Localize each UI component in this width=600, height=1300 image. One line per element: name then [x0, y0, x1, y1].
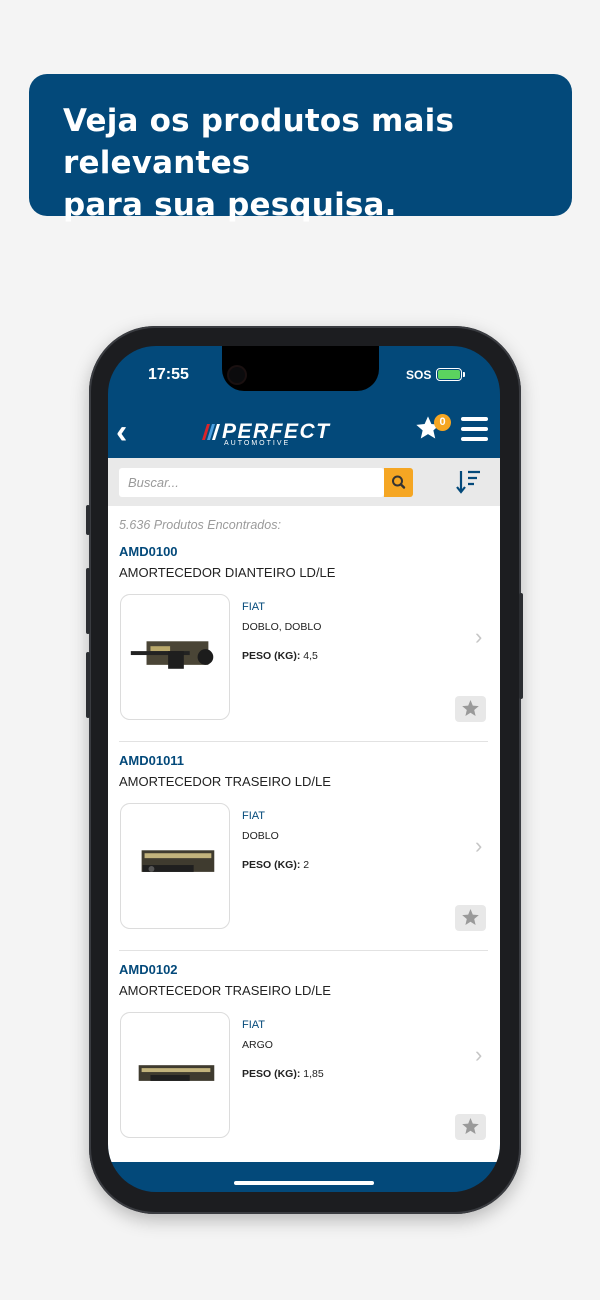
logo-stripes-icon — [202, 424, 220, 440]
product-brand: FIAT — [242, 810, 266, 822]
product-image — [120, 1012, 230, 1138]
product-code: AMD0102 — [119, 962, 178, 977]
results-count: 5.636 Produtos Encontrados: — [119, 518, 281, 532]
product-name: AMORTECEDOR TRASEIRO LD/LE — [119, 983, 331, 998]
product-image — [120, 803, 230, 929]
product-weight: PESO (KG): 1,85 — [242, 1068, 324, 1080]
search-button[interactable] — [384, 468, 413, 497]
camera-dot — [229, 367, 245, 383]
product-code: AMD01011 — [119, 753, 185, 768]
product-list-area: 5.636 Produtos Encontrados: AMD0100 AMOR… — [108, 458, 500, 1162]
hamburger-menu-icon[interactable] — [461, 417, 488, 442]
product-name: AMORTECEDOR TRASEIRO LD/LE — [119, 774, 331, 789]
chevron-right-icon[interactable]: › — [475, 833, 482, 859]
product-models: DOBLO, DOBLO — [242, 621, 322, 633]
star-icon — [462, 700, 479, 716]
weight-label: PESO (KG): — [242, 650, 301, 662]
home-indicator[interactable] — [234, 1181, 374, 1185]
product-code: AMD0100 — [119, 544, 178, 559]
status-time: 17:55 — [148, 366, 189, 383]
add-favorite-button[interactable] — [455, 696, 486, 722]
weight-label: PESO (KG): — [242, 859, 301, 871]
product-models: DOBLO — [242, 830, 279, 842]
weight-label: PESO (KG): — [242, 1068, 301, 1080]
add-favorite-button[interactable] — [455, 1114, 486, 1140]
chevron-right-icon[interactable]: › — [475, 624, 482, 650]
product-brand: FIAT — [242, 1019, 266, 1031]
banner-text: Veja os produtos mais relevantes para su… — [63, 103, 455, 223]
app-logo: PERFECT AUTOMOTIVE — [202, 420, 352, 447]
product-weight: PESO (KG): 4,5 — [242, 650, 318, 662]
phone-side-button — [86, 505, 90, 535]
weight-value: 2 — [303, 859, 310, 871]
search-bar — [108, 458, 500, 506]
divider — [119, 950, 488, 951]
logo-subtext: AUTOMOTIVE — [224, 440, 291, 447]
phone-side-button — [86, 652, 90, 718]
product-card[interactable]: AMD0102 AMORTECEDOR TRASEIRO LD/LE FIAT … — [108, 962, 500, 1171]
product-card[interactable]: AMD01011 AMORTECEDOR TRASEIRO LD/LE FIAT… — [108, 753, 500, 962]
promo-banner: Veja os produtos mais relevantes para su… — [29, 74, 572, 223]
product-card[interactable]: AMD0100 AMORTECEDOR DIANTEIRO LD/LE FIAT… — [108, 544, 500, 753]
favorites-count-badge: 0 — [434, 414, 451, 431]
status-carrier: SOS — [406, 368, 432, 382]
product-models: ARGO — [242, 1039, 273, 1051]
weight-value: 4,5 — [303, 650, 318, 662]
phone-side-button — [519, 593, 523, 699]
divider — [119, 741, 488, 742]
product-name: AMORTECEDOR DIANTEIRO LD/LE — [119, 565, 336, 580]
star-icon — [462, 909, 479, 925]
star-icon — [462, 1118, 479, 1134]
chevron-right-icon[interactable]: › — [475, 1042, 482, 1068]
weight-value: 1,85 — [303, 1068, 324, 1080]
product-weight: PESO (KG): 2 — [242, 859, 309, 871]
battery-icon — [436, 368, 465, 381]
search-input[interactable] — [119, 468, 384, 497]
phone-side-button — [86, 568, 90, 634]
phone-screen: 17:55 SOS ‹ PERFECT AUTOMOTIVE 0 Buscar.… — [108, 346, 500, 1192]
sort-icon[interactable] — [456, 469, 482, 495]
notch — [222, 346, 379, 391]
product-image — [120, 594, 230, 720]
add-favorite-button[interactable] — [455, 905, 486, 931]
product-brand: FIAT — [242, 601, 266, 613]
back-button[interactable]: ‹ — [116, 415, 127, 449]
search-icon — [392, 475, 406, 489]
